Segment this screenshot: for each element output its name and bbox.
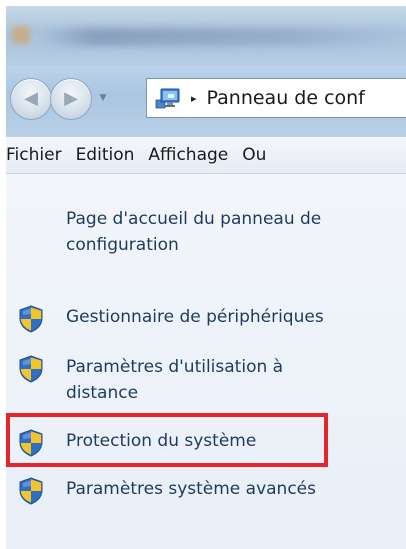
task-label[interactable]: Gestionnaire de périphériques <box>66 304 324 330</box>
menu-affichage[interactable]: Affichage <box>148 143 228 167</box>
menu-fichier[interactable]: Fichier <box>6 143 62 167</box>
task-device-manager[interactable]: Gestionnaire de périphériques <box>18 304 403 333</box>
arrow-left-icon: ◀ <box>24 88 38 109</box>
arrow-right-icon: ▶ <box>64 88 78 109</box>
menu-bar: Fichier Edition Affichage Ou <box>6 136 406 174</box>
chevron-down-icon: ▼ <box>99 93 107 103</box>
address-bar[interactable]: ▸ Panneau de conf <box>146 78 406 118</box>
task-advanced-system-settings[interactable]: Paramètres système avancés <box>18 476 403 505</box>
breadcrumb-control-panel[interactable]: Panneau de conf <box>207 87 365 109</box>
task-label[interactable]: Paramètres système avancés <box>66 476 316 502</box>
uac-shield-icon <box>18 305 44 333</box>
title-bar <box>6 6 406 66</box>
menu-edition[interactable]: Edition <box>76 143 135 167</box>
uac-shield-icon <box>18 355 44 383</box>
menu-outils[interactable]: Ou <box>242 143 266 167</box>
navigation-bar: ◀ ▶ ▼ ▸ Panneau de conf <box>6 66 406 136</box>
uac-shield-icon <box>18 477 44 505</box>
task-pane: Page d'accueil du panneau de configurati… <box>6 174 406 549</box>
control-panel-icon <box>155 87 181 109</box>
forward-button[interactable]: ▶ <box>50 78 92 120</box>
back-button[interactable]: ◀ <box>10 78 52 120</box>
task-remote-settings[interactable]: Paramètres d'utilisation à distance <box>18 354 403 406</box>
recent-pages-button[interactable]: ▼ <box>96 91 110 105</box>
window-icon <box>12 26 30 44</box>
task-label[interactable]: Paramètres d'utilisation à distance <box>66 354 336 406</box>
explorer-window: ◀ ▶ ▼ ▸ Panneau de conf Fichier Edition … <box>6 6 406 549</box>
breadcrumb-separator[interactable]: ▸ <box>191 92 197 105</box>
window-title-blurred <box>40 28 400 46</box>
highlight-annotation <box>6 413 328 467</box>
control-panel-home-link[interactable]: Page d'accueil du panneau de configurati… <box>66 206 396 258</box>
